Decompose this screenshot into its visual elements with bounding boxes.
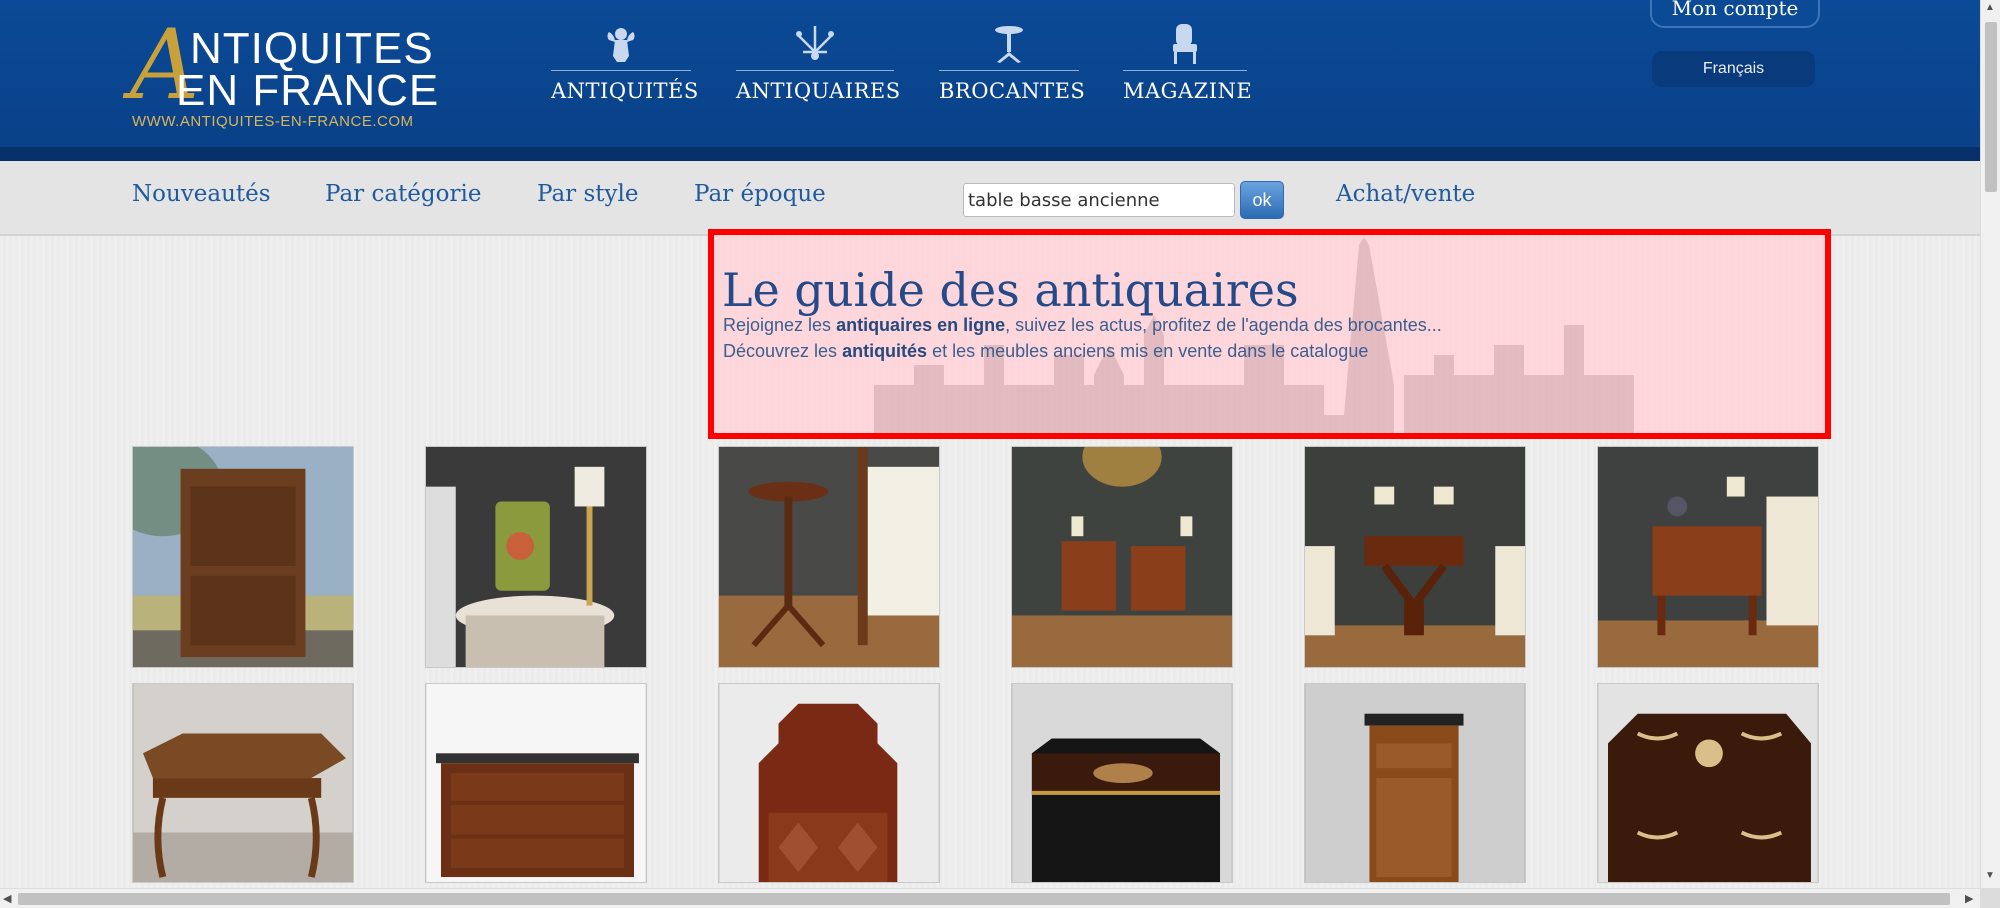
logo-line-1: NTIQUITES xyxy=(190,24,434,73)
nav-divider xyxy=(551,70,691,71)
product-tile[interactable] xyxy=(1597,683,1819,883)
scroll-right-icon[interactable]: ▶ xyxy=(1965,892,1973,905)
banner-title: Le guide des antiquaires xyxy=(722,263,1299,317)
scroll-down-icon[interactable]: ▼ xyxy=(1985,870,1995,881)
subnav-achat-vente[interactable]: Achat/vente xyxy=(1336,181,1475,207)
text-span: Rejoignez les xyxy=(723,315,837,335)
banner-line-2: Découvrez les antiquités et les meubles … xyxy=(723,341,1368,362)
product-image-writing-table xyxy=(1305,447,1525,667)
search-input[interactable] xyxy=(963,183,1235,217)
product-image-pedestal-table xyxy=(719,447,939,667)
nav-label: ANTIQUAIRES xyxy=(736,79,901,103)
product-tile[interactable] xyxy=(1304,446,1526,668)
armchair-icon xyxy=(1173,24,1197,64)
nav-divider xyxy=(939,70,1079,71)
search-ok-button[interactable]: ok xyxy=(1240,181,1284,219)
chandelier-icon xyxy=(796,26,834,60)
logo-line-2: EN FRANCE xyxy=(176,66,440,115)
subnav-nouveautes[interactable]: Nouveautés xyxy=(132,181,271,207)
page: A NTIQUITES EN FRANCE WWW.ANTIQUITES-EN-… xyxy=(0,0,1980,888)
guide-banner: Le guide des antiquaires Rejoignez les a… xyxy=(708,229,1831,439)
account-button[interactable]: Mon compte xyxy=(1650,0,1820,28)
product-image-pedestal-cabinet xyxy=(1305,684,1525,882)
bold-text: antiquaires en ligne xyxy=(836,315,1006,335)
scroll-left-icon[interactable]: ◀ xyxy=(3,892,11,905)
banner-line-1: Rejoignez les antiquaires en ligne, suiv… xyxy=(723,315,1442,336)
vertical-scrollbar[interactable]: ▲ ▼ xyxy=(1980,0,2000,888)
nav-antiquites[interactable]: ANTIQUITÉS xyxy=(551,22,699,112)
scroll-up-icon[interactable]: ▲ xyxy=(1985,2,1995,13)
horizontal-scroll-thumb[interactable] xyxy=(18,893,1950,905)
product-image-farm-table xyxy=(133,684,353,882)
pedestal-table-icon xyxy=(995,26,1023,63)
logo-url: WWW.ANTIQUITES-EN-FRANCE.COM xyxy=(132,113,414,130)
product-tile[interactable] xyxy=(425,683,647,883)
site-logo[interactable]: A NTIQUITES EN FRANCE WWW.ANTIQUITES-EN-… xyxy=(130,17,450,135)
text-span: et les meubles anciens mis en vente dans… xyxy=(927,341,1369,361)
product-image-nightstands xyxy=(1012,447,1232,667)
nav-label: BROCANTES xyxy=(939,79,1086,103)
subnav-par-categorie[interactable]: Par catégorie xyxy=(325,181,481,207)
nav-label: ANTIQUITÉS xyxy=(551,79,699,103)
nav-label: MAGAZINE xyxy=(1123,79,1253,103)
antiquites-link[interactable]: antiquités xyxy=(842,341,927,361)
vertical-scroll-thumb[interactable] xyxy=(1985,22,1997,192)
product-tile[interactable] xyxy=(425,446,647,668)
product-tile[interactable] xyxy=(1304,683,1526,883)
product-tile[interactable] xyxy=(718,683,940,883)
horizontal-scrollbar[interactable]: ◀ ▶ xyxy=(0,888,1980,908)
nav-brocantes[interactable]: BROCANTES xyxy=(939,22,1086,112)
product-tile[interactable] xyxy=(132,683,354,883)
site-header: A NTIQUITES EN FRANCE WWW.ANTIQUITES-EN-… xyxy=(0,0,1980,147)
nav-divider xyxy=(1123,70,1247,71)
product-image-boulle-box xyxy=(1012,684,1232,882)
product-image-commode xyxy=(426,684,646,882)
cherub-icon xyxy=(607,28,635,62)
product-image-armoire xyxy=(133,447,353,667)
product-tile[interactable] xyxy=(718,446,940,668)
product-image-gueridon xyxy=(426,447,646,667)
product-tile[interactable] xyxy=(1597,446,1819,668)
product-tile[interactable] xyxy=(1011,446,1233,668)
product-image-corner-cabinet xyxy=(719,684,939,882)
product-image-inlaid-box xyxy=(1598,684,1818,882)
subnav-par-style[interactable]: Par style xyxy=(537,181,638,207)
product-tile[interactable] xyxy=(132,446,354,668)
product-tile[interactable] xyxy=(1011,683,1233,883)
scrollbar-corner xyxy=(1980,888,2000,908)
language-selector[interactable]: Français xyxy=(1652,51,1815,87)
text-span: Découvrez les xyxy=(723,341,843,361)
nav-divider xyxy=(736,70,894,71)
header-strip xyxy=(0,147,1980,161)
bold-text: antiquités xyxy=(842,341,928,361)
product-image-side-table xyxy=(1598,447,1818,667)
subnav-par-epoque[interactable]: Par époque xyxy=(694,181,826,207)
antiquaires-en-ligne-link[interactable]: antiquaires en ligne xyxy=(836,315,1005,335)
text-span: , suivez les actus, profitez de l'agenda… xyxy=(1005,315,1442,335)
nav-antiquaires[interactable]: ANTIQUAIRES xyxy=(736,22,901,112)
nav-magazine[interactable]: MAGAZINE xyxy=(1123,22,1253,112)
